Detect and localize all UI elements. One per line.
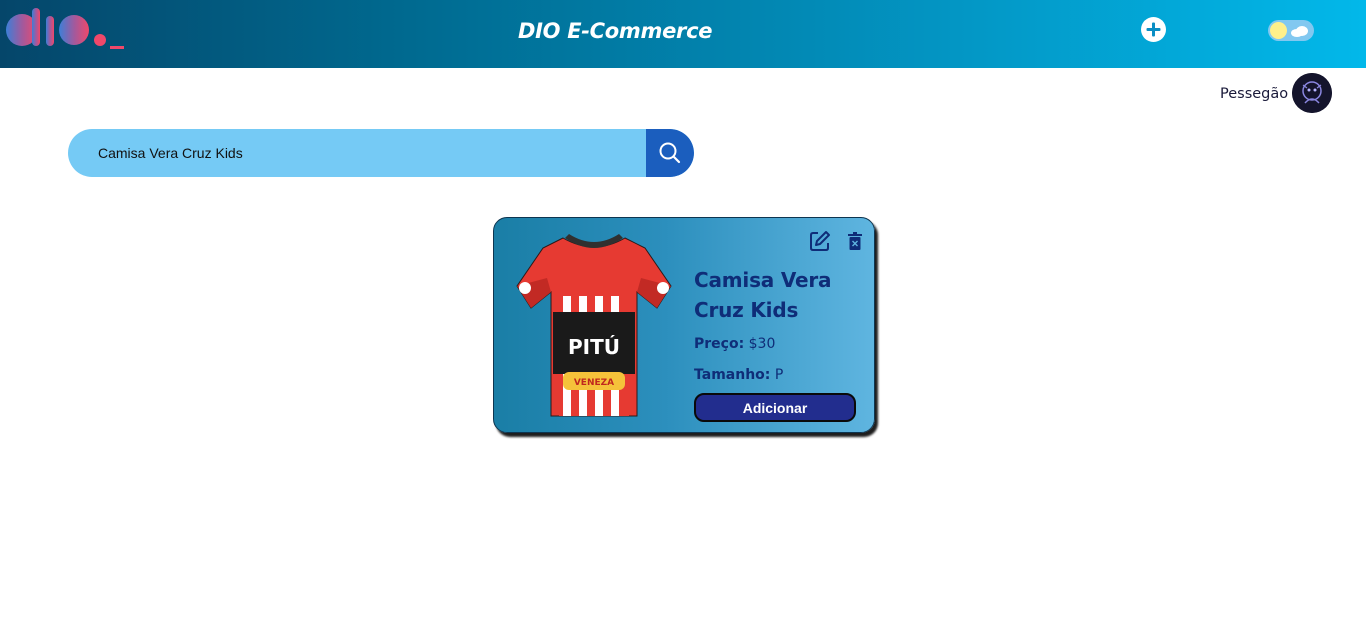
- search-input[interactable]: [98, 129, 638, 177]
- add-product-button[interactable]: [1141, 17, 1166, 42]
- size-label: Tamanho:: [694, 367, 771, 383]
- edit-icon[interactable]: [809, 230, 831, 252]
- product-image: PITÚ VENEZA: [516, 234, 672, 417]
- user-name: Pessegão: [1220, 86, 1289, 102]
- plus-circle-icon: [1146, 22, 1161, 37]
- product-size-row: Tamanho: P: [694, 367, 783, 383]
- trash-icon[interactable]: [848, 232, 862, 250]
- search-bar: [68, 129, 694, 177]
- price-label: Preço:: [694, 336, 745, 352]
- product-name: Camisa Vera Cruz Kids: [694, 268, 832, 322]
- top-header: DIO E-Commerce: [0, 0, 1366, 68]
- sun-icon: [1270, 22, 1287, 39]
- price-value: $30: [748, 336, 776, 352]
- app-title: DIO E-Commerce: [518, 19, 713, 43]
- product-price-row: Preço: $30: [694, 336, 775, 352]
- size-value: P: [774, 367, 784, 383]
- theme-toggle[interactable]: [1268, 20, 1314, 41]
- dio-logo-icon[interactable]: [4, 6, 126, 52]
- search-button[interactable]: [646, 129, 694, 177]
- cloud-icon: [1291, 26, 1308, 37]
- product-card: PITÚ VENEZA Camisa Vera Cruz Kids Preço:…: [493, 217, 875, 433]
- add-to-cart-button[interactable]: Adicionar: [694, 393, 856, 422]
- user-avatar[interactable]: [1292, 73, 1332, 113]
- search-icon: [659, 142, 681, 164]
- avatar-icon: [1292, 73, 1332, 113]
- shirt-sponsor-text: VENEZA: [574, 378, 614, 388]
- shirt-print-text: PITÚ: [568, 335, 620, 359]
